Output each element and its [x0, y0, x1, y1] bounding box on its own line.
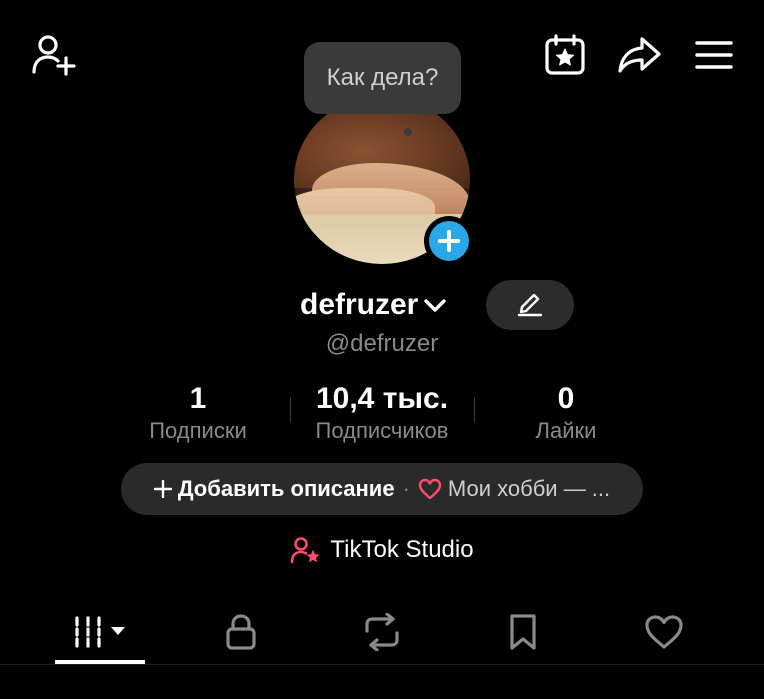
- pencil-icon: [517, 293, 543, 317]
- tab-saved[interactable]: [447, 604, 599, 660]
- studio-user-star-icon: [291, 537, 321, 564]
- username-switcher[interactable]: defruzer: [300, 286, 448, 324]
- share-icon: [618, 37, 661, 73]
- calendar-star-icon: [545, 34, 585, 75]
- bubble-pointer: [404, 128, 412, 136]
- grid-icon: [75, 616, 125, 648]
- stat-followers-label: Подписчиков: [315, 418, 449, 443]
- plus-icon: [438, 230, 460, 252]
- lock-icon: [226, 614, 256, 650]
- share-button[interactable]: [614, 32, 664, 78]
- heart-icon: [645, 615, 683, 649]
- status-bubble[interactable]: Как дела?: [304, 42, 461, 114]
- add-description-label: Добавить описание: [177, 476, 395, 501]
- menu-button[interactable]: [690, 34, 738, 76]
- edit-profile-button[interactable]: [486, 280, 574, 330]
- user-handle: @defruzer: [325, 330, 439, 357]
- hobbies-label: Мои хобби — ...: [447, 476, 611, 501]
- hobbies-button[interactable]: Мои хобби — ...: [418, 476, 610, 502]
- stat-likes-value: 0: [557, 382, 575, 415]
- username: defruzer: [300, 288, 419, 321]
- stat-followers[interactable]: 10,4 тыс. Подписчиков: [292, 382, 472, 446]
- add-user-icon: [32, 35, 76, 76]
- tiktok-studio-link[interactable]: TikTok Studio: [0, 536, 764, 564]
- add-description-button[interactable]: Добавить описание: [153, 476, 395, 502]
- stat-following-label: Подписки: [149, 418, 247, 443]
- add-avatar-button[interactable]: [424, 216, 474, 266]
- tab-private[interactable]: [165, 604, 317, 660]
- stat-following-value: 1: [189, 382, 207, 415]
- stat-divider: [474, 397, 475, 423]
- stat-divider: [290, 397, 291, 423]
- stat-likes[interactable]: 0 Лайки: [506, 382, 626, 446]
- heart-icon: [418, 478, 442, 500]
- tab-reposts[interactable]: [306, 604, 458, 660]
- stat-followers-value: 10,4 тыс.: [315, 382, 449, 415]
- status-bubble-text: Как дела?: [326, 64, 439, 91]
- bio-pill[interactable]: Добавить описание · Мои хобби — ...: [121, 463, 643, 515]
- plus-icon: [153, 480, 172, 498]
- menu-icon: [695, 41, 733, 69]
- bookmark-icon: [510, 614, 536, 650]
- stat-following[interactable]: 1 Подписки: [132, 382, 264, 446]
- tab-liked[interactable]: [588, 604, 740, 660]
- bio-separator: ·: [402, 476, 410, 501]
- stat-likes-label: Лайки: [535, 418, 597, 443]
- calendar-button[interactable]: [540, 32, 590, 78]
- tiktok-studio-label: TikTok Studio: [330, 536, 474, 563]
- tabs-border: [0, 664, 764, 665]
- tab-videos[interactable]: [24, 604, 176, 660]
- add-user-button[interactable]: [26, 30, 78, 78]
- chevron-down-icon: [424, 299, 447, 312]
- repost-icon: [365, 613, 399, 651]
